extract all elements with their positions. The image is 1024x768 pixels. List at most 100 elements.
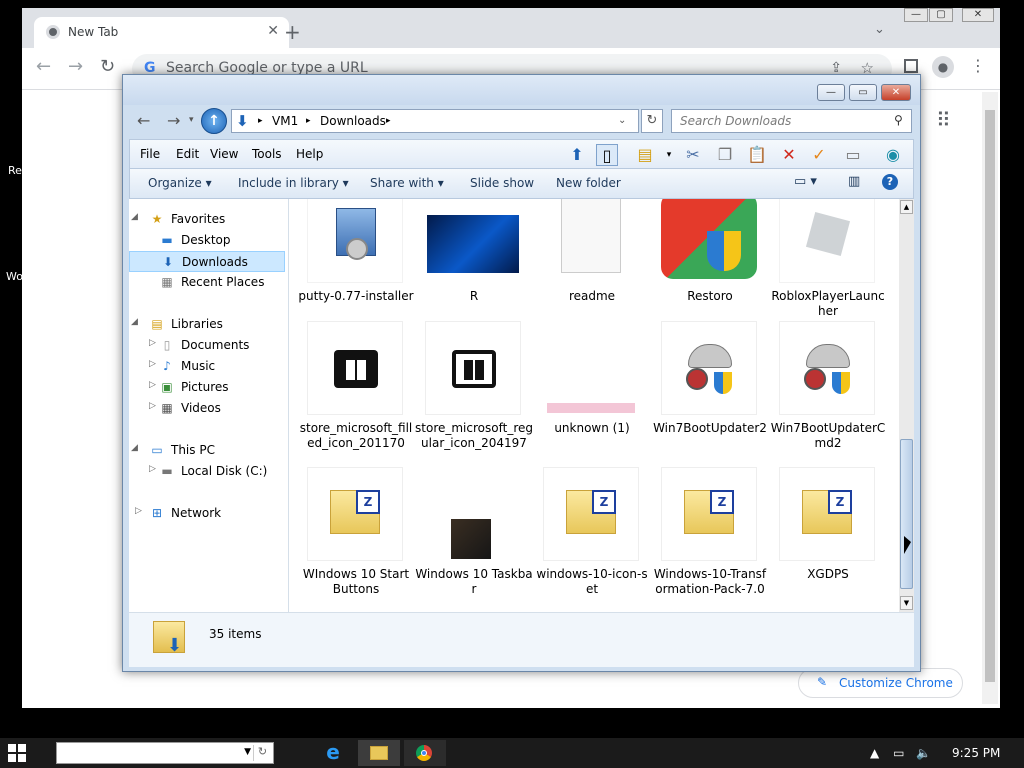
command-bar: Organize ▾ Include in library ▾ Share wi…	[129, 169, 914, 199]
menu-file[interactable]: File	[140, 147, 160, 161]
scrollbar-thumb[interactable]	[985, 110, 995, 682]
copy-icon[interactable]: ❐	[714, 144, 736, 166]
help-icon[interactable]: ?	[882, 174, 898, 190]
chrome-minimize-button[interactable]: —	[904, 8, 928, 22]
reload-icon[interactable]: ↻	[100, 56, 115, 77]
file-item[interactable]: Z XGDPS	[769, 467, 881, 607]
file-item[interactable]: Win7BootUpdaterCmd2	[769, 321, 885, 466]
file-item[interactable]: Windows 10 Taskbar	[415, 467, 533, 607]
file-item[interactable]: readme	[533, 199, 645, 319]
chrome-menu-icon[interactable]: ⋮	[970, 56, 986, 75]
disk-drive-icon: ▬	[161, 464, 173, 478]
explorer-minimize-button[interactable]: —	[817, 84, 845, 101]
file-item[interactable]: putty-0.77-installer	[297, 199, 414, 319]
breadcrumb-vm1[interactable]: VM1	[272, 114, 298, 128]
collapsed-triangle-icon[interactable]: ▷	[149, 380, 156, 390]
chrome-close-button[interactable]: ✕	[962, 8, 994, 22]
tab-close-icon[interactable]: ✕	[267, 23, 279, 39]
address-bar[interactable]: ⬇ ▸ VM1 ▸ Downloads ▸ ⌄	[231, 109, 639, 133]
desktop-icon: ▬	[161, 233, 173, 247]
collapsed-triangle-icon[interactable]: ▷	[149, 401, 156, 411]
slide-show-button[interactable]: Slide show	[470, 176, 534, 190]
forward-arrow-icon[interactable]: →	[167, 111, 180, 130]
explorer-maximize-button[interactable]: ▭	[849, 84, 877, 101]
preview-pane-toggle-icon[interactable]: ▥	[848, 174, 860, 189]
refresh-icon[interactable]: ↻	[253, 745, 271, 761]
cut-icon[interactable]: ✂	[682, 144, 704, 166]
file-item[interactable]: RobloxPlayerLauncher	[769, 199, 885, 319]
menu-view[interactable]: View	[210, 147, 238, 161]
refresh-icon[interactable]: ↻	[641, 109, 663, 133]
new-tab-icon[interactable]: +	[284, 20, 301, 44]
view-dropdown-icon[interactable]: ▾	[658, 144, 680, 166]
address-dropdown-icon[interactable]: ⌄	[618, 115, 626, 126]
chrome-maximize-button[interactable]: ▢	[929, 8, 953, 22]
volume-icon[interactable]: 🔈	[916, 746, 931, 760]
collapsed-triangle-icon[interactable]: ▷	[135, 506, 142, 516]
folder-view-icon[interactable]: ▤	[634, 144, 656, 166]
menu-edit[interactable]: Edit	[176, 147, 199, 161]
explorer-close-button[interactable]: ✕	[881, 84, 911, 101]
dropdown-arrow-icon[interactable]: ▼	[244, 747, 251, 757]
share-with-button[interactable]: Share with ▾	[370, 176, 444, 190]
checkmark-icon[interactable]: ✓	[808, 144, 830, 166]
collapsed-triangle-icon[interactable]: ▷	[149, 338, 156, 348]
back-arrow-icon[interactable]: ←	[36, 56, 51, 77]
file-item[interactable]: Win7BootUpdater2	[651, 321, 767, 466]
include-in-library-button[interactable]: Include in library ▾	[238, 176, 349, 190]
customize-chrome-button[interactable]: ✎ Customize Chrome	[798, 668, 963, 698]
scroll-down-arrow-icon[interactable]: ▼	[900, 596, 913, 610]
file-item[interactable]: store_microsoft_regular_icon_204197	[415, 321, 533, 466]
google-apps-grid-icon[interactable]: ⠿	[936, 108, 951, 132]
file-item[interactable]: R	[415, 199, 527, 319]
edge-browser-icon[interactable]: e	[312, 740, 354, 766]
start-button[interactable]	[8, 744, 26, 762]
show-hidden-icons-chevron-icon[interactable]: ▲	[870, 746, 879, 760]
expanded-triangle-icon[interactable]: ◢	[131, 317, 138, 327]
preview-pane-icon[interactable]: ▯	[596, 144, 618, 166]
scrollbar-thumb[interactable]	[900, 439, 913, 589]
profile-avatar-icon[interactable]: ●	[932, 56, 954, 78]
organize-button[interactable]: Organize ▾	[148, 176, 212, 190]
collapsed-triangle-icon[interactable]: ▷	[149, 359, 156, 369]
taskbar-clock[interactable]: 9:25 PM	[952, 746, 1000, 760]
file-name: unknown (1)	[554, 421, 630, 435]
delete-icon[interactable]: ✕	[778, 144, 800, 166]
search-input[interactable]: Search Downloads ⚲	[671, 109, 912, 133]
collapsed-triangle-icon[interactable]: ▷	[149, 464, 156, 474]
change-view-icon[interactable]: ▭ ▾	[794, 174, 817, 189]
file-item[interactable]: Restoro	[651, 199, 763, 319]
recent-locations-chevron-icon[interactable]: ▾	[189, 115, 194, 125]
menu-tools[interactable]: Tools	[252, 147, 282, 161]
chrome-tab-new-tab[interactable]: New Tab ✕	[34, 17, 289, 48]
expanded-triangle-icon[interactable]: ◢	[131, 443, 138, 453]
breadcrumb-downloads[interactable]: Downloads	[320, 114, 386, 128]
chrome-page-scrollbar[interactable]	[982, 92, 998, 704]
side-panel-icon[interactable]	[904, 59, 918, 73]
scroll-up-arrow-icon[interactable]: ▲	[900, 200, 913, 214]
up-level-icon[interactable]: ↑	[201, 108, 227, 134]
menu-help[interactable]: Help	[296, 147, 323, 161]
explorer-titlebar[interactable]: — ▭ ✕	[123, 75, 920, 105]
nav-downloads[interactable]: ⬇ Downloads	[129, 251, 285, 272]
network-status-icon[interactable]: ▭	[893, 746, 904, 760]
globe-icon[interactable]: ◉	[882, 144, 904, 166]
file-item[interactable]: store_microsoft_filled_icon_201170	[297, 321, 412, 466]
file-item[interactable]: Z Windows-10-Transformation-Pack-7.0	[651, 467, 766, 607]
search-icon[interactable]: ⚲	[894, 113, 903, 127]
tab-search-chevron-icon[interactable]: ⌄	[874, 22, 885, 37]
taskbar-address-input[interactable]: ▼ ↻	[56, 742, 274, 764]
chrome-favicon-icon	[46, 25, 60, 39]
expanded-triangle-icon[interactable]: ◢	[131, 212, 138, 222]
file-explorer-taskbar-button[interactable]	[358, 740, 400, 766]
paste-icon[interactable]: 📋	[746, 144, 768, 166]
file-item[interactable]: Z windows-10-icon-set	[533, 467, 648, 607]
file-item[interactable]: Z WIndows 10 Start Buttons	[297, 467, 409, 607]
chrome-taskbar-button[interactable]	[404, 740, 446, 766]
new-folder-button[interactable]: New folder	[556, 176, 621, 190]
forward-arrow-icon[interactable]: →	[68, 56, 83, 77]
properties-icon[interactable]: ▭	[842, 144, 864, 166]
up-toolbar-icon[interactable]: ⬆	[566, 144, 588, 166]
file-item[interactable]: unknown (1)	[533, 321, 645, 466]
back-arrow-icon[interactable]: ←	[137, 111, 150, 130]
